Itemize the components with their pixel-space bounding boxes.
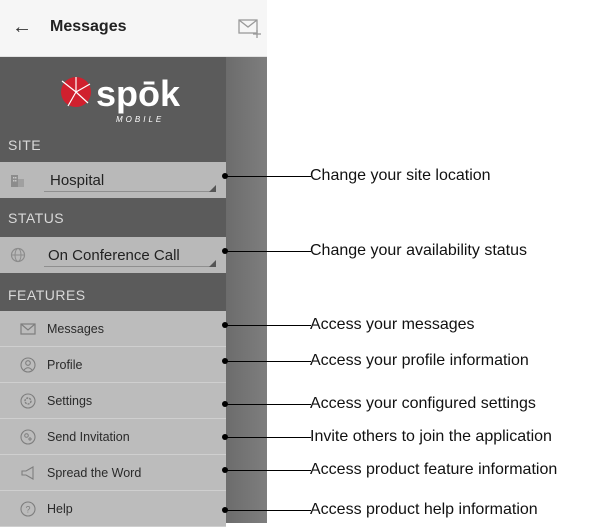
dropdown-arrow-icon (209, 185, 216, 192)
callout-text: Access your profile information (310, 352, 529, 369)
callout-text: Change your availability status (310, 242, 528, 259)
callout-text: Access your configured settings (310, 395, 536, 412)
building-icon (11, 175, 24, 187)
globe-icon (10, 247, 26, 263)
app-bar: ← Messages (0, 0, 267, 57)
feature-item-settings[interactable]: Settings (0, 383, 226, 419)
feature-item-label: Send Invitation (47, 430, 130, 444)
status-select-underline (44, 266, 214, 267)
callout-text: Invite others to join the application (310, 428, 552, 445)
callout-pointer (222, 356, 311, 368)
callout-text: Change your site location (310, 167, 491, 184)
callout-text: Access product help information (310, 501, 538, 518)
feature-item-send-invitation[interactable]: Send Invitation (0, 419, 226, 455)
feature-item-help[interactable]: ? Help (0, 491, 226, 527)
feature-item-label: Help (47, 502, 73, 516)
feature-item-label: Spread the Word (47, 466, 142, 480)
megaphone-icon (21, 466, 34, 480)
logo-wordmark: spōk (96, 73, 181, 114)
gear-icon (20, 393, 36, 409)
feature-item-label: Messages (47, 322, 104, 336)
feature-item-label: Settings (47, 394, 93, 408)
feature-item-label: Profile (47, 358, 83, 372)
back-arrow-icon[interactable]: ← (12, 15, 32, 39)
site-select[interactable]: Hospital (0, 162, 226, 198)
site-select-underline (44, 191, 214, 192)
callout-pointer (222, 399, 311, 411)
callout-text: Access your messages (310, 316, 475, 333)
svg-text:?: ? (25, 505, 30, 515)
section-heading-features: FEATURES (8, 287, 86, 303)
callout-pointer (222, 246, 311, 258)
dropdown-arrow-icon (209, 260, 216, 267)
callout-text: Access product feature information (310, 461, 558, 478)
envelope-icon (20, 323, 36, 335)
feature-item-spread-the-word[interactable]: Spread the Word (0, 455, 226, 491)
feature-item-messages[interactable]: Messages (0, 311, 226, 347)
navigation-drawer: spōk MOBILE SITE Hospital STATUS On Conf… (0, 57, 226, 527)
section-heading-site: SITE (8, 137, 42, 153)
person-icon (20, 357, 36, 373)
section-heading-status: STATUS (8, 210, 65, 226)
page-title: Messages (50, 18, 127, 35)
invite-icon (20, 429, 36, 445)
logo-subtitle: MOBILE (116, 115, 165, 124)
site-select-value: Hospital (50, 172, 105, 189)
phone-screen: ← Messages spōk MOBILE SITE Hospital STA… (0, 0, 267, 527)
callout-pointer (222, 171, 311, 183)
compose-message-icon[interactable] (238, 17, 262, 39)
spok-logo: spōk MOBILE (58, 67, 181, 127)
logo-burst-icon (61, 77, 91, 107)
status-select-value: On Conference Call (48, 247, 180, 264)
callout-pointer (222, 432, 311, 444)
status-select[interactable]: On Conference Call (0, 237, 226, 273)
content-behind-drawer (226, 57, 267, 523)
callout-pointer (222, 320, 311, 332)
help-icon: ? (20, 501, 36, 517)
callout-pointer (222, 505, 311, 517)
callout-pointer (222, 465, 311, 477)
feature-item-profile[interactable]: Profile (0, 347, 226, 383)
